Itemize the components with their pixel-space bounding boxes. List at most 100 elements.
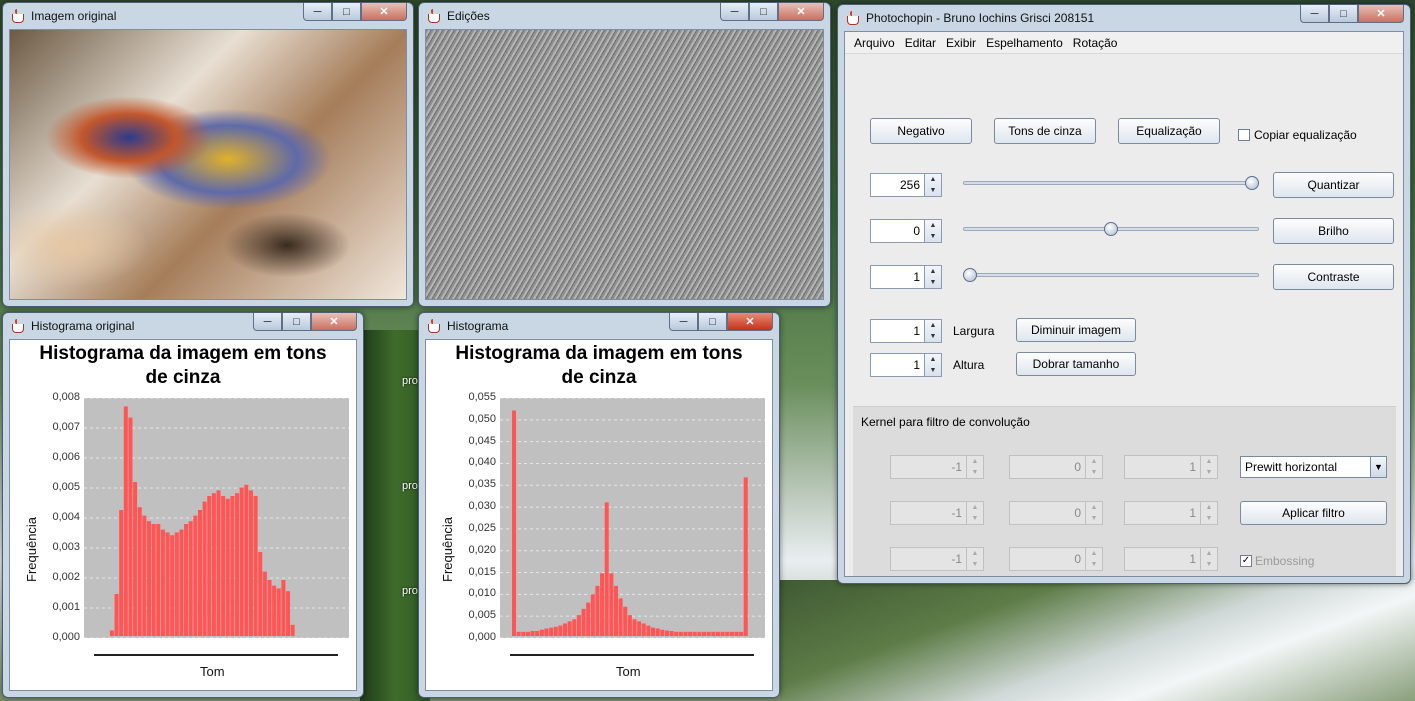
close-button[interactable]: ✕: [311, 313, 357, 331]
brightness-value[interactable]: 0: [871, 220, 924, 242]
spinner-down-icon[interactable]: ▼: [925, 365, 941, 376]
kernel-cell[interactable]: 1 ▲ ▼: [1124, 547, 1218, 571]
spinner-up-icon[interactable]: ▲: [925, 354, 941, 365]
spinner-up-icon[interactable]: ▲: [967, 502, 983, 513]
spinner-up-icon[interactable]: ▲: [1086, 502, 1102, 513]
height-value[interactable]: 1: [871, 354, 924, 376]
kernel-value[interactable]: 0: [1010, 456, 1085, 478]
height-spinner[interactable]: 1 ▲ ▼: [870, 353, 942, 377]
maximize-button[interactable]: □: [332, 3, 361, 21]
spinner-down-icon[interactable]: ▼: [967, 559, 983, 570]
spinner-up-icon[interactable]: ▲: [1086, 456, 1102, 467]
titlebar[interactable]: Histograma original ─ □ ✕: [9, 313, 357, 339]
kernel-value[interactable]: 1: [1125, 502, 1200, 524]
close-button[interactable]: ✕: [1358, 5, 1404, 23]
desktop-icon-label[interactable]: pro: [402, 375, 418, 387]
width-spinner[interactable]: 1 ▲ ▼: [870, 319, 942, 343]
minimize-button[interactable]: ─: [669, 313, 698, 331]
spinner-down-icon[interactable]: ▼: [1201, 559, 1217, 570]
spinner-up-icon[interactable]: ▲: [967, 456, 983, 467]
filter-select[interactable]: Prewitt horizontal ▼: [1240, 456, 1387, 478]
spinner-up-icon[interactable]: ▲: [1086, 548, 1102, 559]
maximize-button[interactable]: □: [1329, 5, 1358, 23]
negativo-button[interactable]: Negativo: [870, 118, 972, 144]
kernel-value[interactable]: 0: [1010, 502, 1085, 524]
desktop-icon-label[interactable]: pro: [402, 480, 418, 492]
kernel-value[interactable]: 1: [1125, 548, 1200, 570]
maximize-button[interactable]: □: [749, 3, 778, 21]
spinner-up-icon[interactable]: ▲: [925, 220, 941, 231]
brightness-spinner[interactable]: 0 ▲ ▼: [870, 219, 942, 243]
spinner-down-icon[interactable]: ▼: [925, 231, 941, 242]
spinner-down-icon[interactable]: ▼: [1201, 513, 1217, 524]
spinner-down-icon[interactable]: ▼: [967, 513, 983, 524]
titlebar[interactable]: Photochopin - Bruno Iochins Grisci 20815…: [844, 5, 1404, 31]
brightness-slider-thumb[interactable]: [1104, 222, 1118, 236]
spinner-up-icon[interactable]: ▲: [925, 174, 941, 185]
contrast-spinner[interactable]: 1 ▲ ▼: [870, 265, 942, 289]
copy-equalization-checkbox[interactable]: [1238, 129, 1250, 141]
contrast-slider-thumb[interactable]: [963, 268, 977, 282]
spinner-up-icon[interactable]: ▲: [1201, 456, 1217, 467]
spinner-down-icon[interactable]: ▼: [1086, 467, 1102, 478]
minimize-button[interactable]: ─: [303, 3, 332, 21]
width-value[interactable]: 1: [871, 320, 924, 342]
contraste-button[interactable]: Contraste: [1273, 264, 1394, 290]
kernel-value[interactable]: -1: [891, 456, 966, 478]
kernel-value[interactable]: -1: [891, 502, 966, 524]
menu-espelhamento[interactable]: Espelhamento: [981, 36, 1068, 50]
close-button[interactable]: ✕: [727, 313, 773, 331]
chevron-down-icon[interactable]: ▼: [1370, 457, 1386, 477]
kernel-value[interactable]: 0: [1010, 548, 1085, 570]
spinner-down-icon[interactable]: ▼: [967, 467, 983, 478]
contrast-value[interactable]: 1: [871, 266, 924, 288]
spinner-down-icon[interactable]: ▼: [1086, 559, 1102, 570]
titlebar[interactable]: Imagem original ─ □ ✕: [9, 3, 407, 29]
kernel-cell[interactable]: -1 ▲ ▼: [890, 501, 984, 525]
menu-editar[interactable]: Editar: [900, 36, 941, 50]
tons-cinza-button[interactable]: Tons de cinza: [994, 118, 1096, 144]
kernel-cell[interactable]: 0 ▲ ▼: [1009, 547, 1103, 571]
maximize-button[interactable]: □: [282, 313, 311, 331]
spinner-down-icon[interactable]: ▼: [925, 277, 941, 288]
diminuir-button[interactable]: Diminuir imagem: [1016, 318, 1136, 342]
kernel-cell[interactable]: 0 ▲ ▼: [1009, 455, 1103, 479]
contrast-slider[interactable]: [963, 273, 1259, 277]
menu-rotacao[interactable]: Rotação: [1068, 36, 1123, 50]
close-button[interactable]: ✕: [778, 3, 824, 21]
kernel-cell[interactable]: 0 ▲ ▼: [1009, 501, 1103, 525]
quantize-slider-thumb[interactable]: [1245, 176, 1259, 190]
kernel-value[interactable]: 1: [1125, 456, 1200, 478]
minimize-button[interactable]: ─: [720, 3, 749, 21]
spinner-up-icon[interactable]: ▲: [925, 320, 941, 331]
spinner-up-icon[interactable]: ▲: [1201, 502, 1217, 513]
kernel-cell[interactable]: -1 ▲ ▼: [890, 547, 984, 571]
spinner-down-icon[interactable]: ▼: [925, 331, 941, 342]
quantize-slider[interactable]: [963, 181, 1259, 185]
quantizar-button[interactable]: Quantizar: [1273, 172, 1394, 198]
kernel-cell[interactable]: 1 ▲ ▼: [1124, 501, 1218, 525]
spinner-up-icon[interactable]: ▲: [967, 548, 983, 559]
dobrar-button[interactable]: Dobrar tamanho: [1016, 352, 1136, 376]
kernel-cell[interactable]: 1 ▲ ▼: [1124, 455, 1218, 479]
brilho-button[interactable]: Brilho: [1273, 218, 1394, 244]
kernel-value[interactable]: -1: [891, 548, 966, 570]
equalizacao-button[interactable]: Equalização: [1118, 118, 1220, 144]
spinner-down-icon[interactable]: ▼: [1086, 513, 1102, 524]
minimize-button[interactable]: ─: [1300, 5, 1329, 23]
spinner-up-icon[interactable]: ▲: [1201, 548, 1217, 559]
spinner-up-icon[interactable]: ▲: [925, 266, 941, 277]
minimize-button[interactable]: ─: [253, 313, 282, 331]
titlebar[interactable]: Histograma ─ □ ✕: [425, 313, 773, 339]
embossing-checkbox[interactable]: ✓: [1240, 555, 1252, 567]
menu-arquivo[interactable]: Arquivo: [849, 36, 900, 50]
maximize-button[interactable]: □: [698, 313, 727, 331]
aplicar-filtro-button[interactable]: Aplicar filtro: [1240, 501, 1387, 525]
kernel-cell[interactable]: -1 ▲ ▼: [890, 455, 984, 479]
quantize-value[interactable]: 256: [871, 174, 924, 196]
quantize-spinner[interactable]: 256 ▲ ▼: [870, 173, 942, 197]
spinner-down-icon[interactable]: ▼: [1201, 467, 1217, 478]
titlebar[interactable]: Edições ─ □ ✕: [425, 3, 824, 29]
spinner-down-icon[interactable]: ▼: [925, 185, 941, 196]
desktop-icon-label[interactable]: pro: [402, 585, 418, 597]
